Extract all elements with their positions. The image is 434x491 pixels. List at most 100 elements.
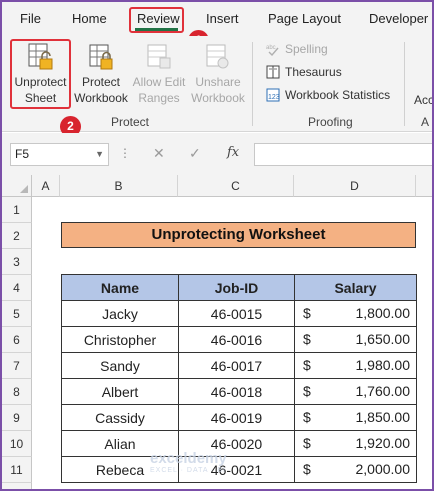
name-cell[interactable]: Jacky (61, 300, 179, 327)
row-header-8[interactable]: 8 (2, 379, 32, 405)
excel-window: File Home Review 1 Insert Page Layout De… (0, 0, 434, 491)
allow-edit-line2: Ranges (138, 91, 180, 105)
enter-check-icon[interactable]: ✓ (189, 145, 201, 162)
job-id-cell[interactable]: 46-0017 (178, 352, 295, 379)
tab-home[interactable]: Home (72, 11, 107, 26)
name-cell[interactable]: Sandy (61, 352, 179, 379)
tab-developer[interactable]: Developer (369, 11, 428, 26)
salary-cell[interactable]: $1,800.00 (294, 300, 417, 327)
column-header-e[interactable] (416, 175, 432, 197)
row-header-2[interactable]: 2 (2, 223, 32, 249)
salary-cell[interactable]: $1,760.00 (294, 378, 417, 405)
row-header-4[interactable]: 4 (2, 275, 32, 301)
workbook-statistics-icon: 123 (266, 88, 280, 102)
salary-amount: 1,920.00 (355, 435, 411, 451)
review-tab-highlight (129, 7, 184, 33)
allow-edit-line1: Allow Edit (132, 75, 186, 89)
table-row: Jacky 46-0015 $1,800.00 (61, 300, 417, 327)
header-salary[interactable]: Salary (294, 274, 417, 301)
table-header-row: Name Job-ID Salary (61, 274, 417, 301)
row-header-6[interactable]: 6 (2, 327, 32, 353)
unshare-line1: Unshare (195, 75, 241, 89)
sheet-title-cell[interactable]: Unprotecting Worksheet (61, 222, 416, 248)
cancel-icon[interactable]: ✕ (153, 145, 165, 162)
unshare-workbook-icon (206, 44, 229, 69)
job-id-cell[interactable]: 46-0015 (178, 300, 295, 327)
salary-cell[interactable]: $1,650.00 (294, 326, 417, 353)
salary-amount: 1,800.00 (355, 305, 411, 321)
currency-symbol: $ (303, 461, 311, 477)
insert-function-icon[interactable]: fx (227, 145, 239, 160)
thesaurus-label: Thesaurus (285, 65, 342, 79)
select-all-button[interactable] (2, 175, 32, 197)
name-cell[interactable]: Christopher (61, 326, 179, 353)
salary-cell[interactable]: $1,920.00 (294, 430, 417, 457)
workbook-statistics-button[interactable]: 123 Workbook Statistics (266, 88, 390, 102)
currency-symbol: $ (303, 357, 311, 373)
row-header-3[interactable]: 3 (2, 249, 32, 275)
name-cell[interactable]: Cassidy (61, 404, 179, 431)
tab-file[interactable]: File (20, 11, 41, 26)
table-row: Albert 46-0018 $1,760.00 (61, 378, 417, 405)
chevron-down-icon[interactable]: ▼ (95, 144, 104, 165)
svg-text:123: 123 (268, 94, 280, 101)
salary-amount: 1,650.00 (355, 331, 411, 347)
thesaurus-button[interactable]: Thesaurus (266, 65, 342, 79)
protect-workbook-button[interactable]: Protect Workbook (70, 42, 132, 106)
salary-cell[interactable]: $1,850.00 (294, 404, 417, 431)
row-header-5[interactable]: 5 (2, 301, 32, 327)
currency-symbol: $ (303, 409, 311, 425)
column-header-b[interactable]: B (60, 175, 178, 197)
svg-text:abc: abc (266, 45, 276, 51)
salary-amount: 2,000.00 (355, 461, 411, 477)
table-row: Christopher 46-0016 $1,650.00 (61, 326, 417, 353)
table-row: Cassidy 46-0019 $1,850.00 (61, 404, 417, 431)
row-header-12[interactable] (2, 483, 32, 489)
tab-insert[interactable]: Insert (206, 11, 239, 26)
accessibility-group-label: A (421, 115, 430, 129)
name-cell[interactable]: Albert (61, 378, 179, 405)
spelling-check-icon: abc (266, 45, 279, 56)
spelling-button[interactable]: abc Spelling (266, 42, 328, 56)
row-header-11[interactable]: 11 (2, 457, 32, 483)
unprotect-sheet-highlight (10, 39, 71, 109)
salary-cell[interactable]: $1,980.00 (294, 352, 417, 379)
accessibility-button[interactable]: Acc (414, 93, 432, 107)
currency-symbol: $ (303, 305, 311, 321)
ribbon-separator (404, 42, 405, 126)
table-row: Alian 46-0020 $1,920.00 (61, 430, 417, 457)
watermark-brand: exceldemy (150, 450, 227, 467)
job-id-cell[interactable]: 46-0018 (178, 378, 295, 405)
column-header-d[interactable]: D (294, 175, 416, 197)
column-header-a[interactable]: A (32, 175, 60, 197)
unshare-workbook-button[interactable]: Unshare Workbook (188, 42, 248, 106)
proofing-group-label: Proofing (308, 115, 353, 129)
row-header-1[interactable]: 1 (2, 197, 32, 223)
more-icon: ⋮ (119, 146, 131, 160)
menu-bar: File Home Review 1 Insert Page Layout De… (2, 2, 432, 51)
column-header-c[interactable]: C (178, 175, 294, 197)
row-header-9[interactable]: 9 (2, 405, 32, 431)
row-header-7[interactable]: 7 (2, 353, 32, 379)
currency-symbol: $ (303, 383, 311, 399)
row-header-10[interactable]: 10 (2, 431, 32, 457)
job-id-cell[interactable]: 46-0016 (178, 326, 295, 353)
protect-workbook-line2: Workbook (74, 91, 128, 105)
salary-amount: 1,760.00 (355, 383, 411, 399)
spelling-label: Spelling (285, 42, 328, 56)
formula-bar: F5 ▼ ⋮ ✕ ✓ fx (2, 133, 432, 175)
header-name[interactable]: Name (61, 274, 179, 301)
salary-cell[interactable]: $2,000.00 (294, 456, 417, 483)
header-job-id[interactable]: Job-ID (178, 274, 295, 301)
ribbon-separator (252, 42, 253, 126)
allow-edit-ranges-icon (147, 44, 171, 69)
job-id-cell[interactable]: 46-0019 (178, 404, 295, 431)
salary-table: Name Job-ID Salary Jacky 46-0015 $1,800.… (61, 274, 417, 483)
currency-symbol: $ (303, 331, 311, 347)
name-box-value: F5 (15, 147, 30, 161)
protect-workbook-icon (89, 44, 113, 70)
formula-input[interactable] (254, 143, 432, 166)
allow-edit-ranges-button[interactable]: Allow Edit Ranges (130, 42, 188, 106)
name-box[interactable]: F5 ▼ (10, 143, 109, 166)
tab-page-layout[interactable]: Page Layout (268, 11, 341, 26)
